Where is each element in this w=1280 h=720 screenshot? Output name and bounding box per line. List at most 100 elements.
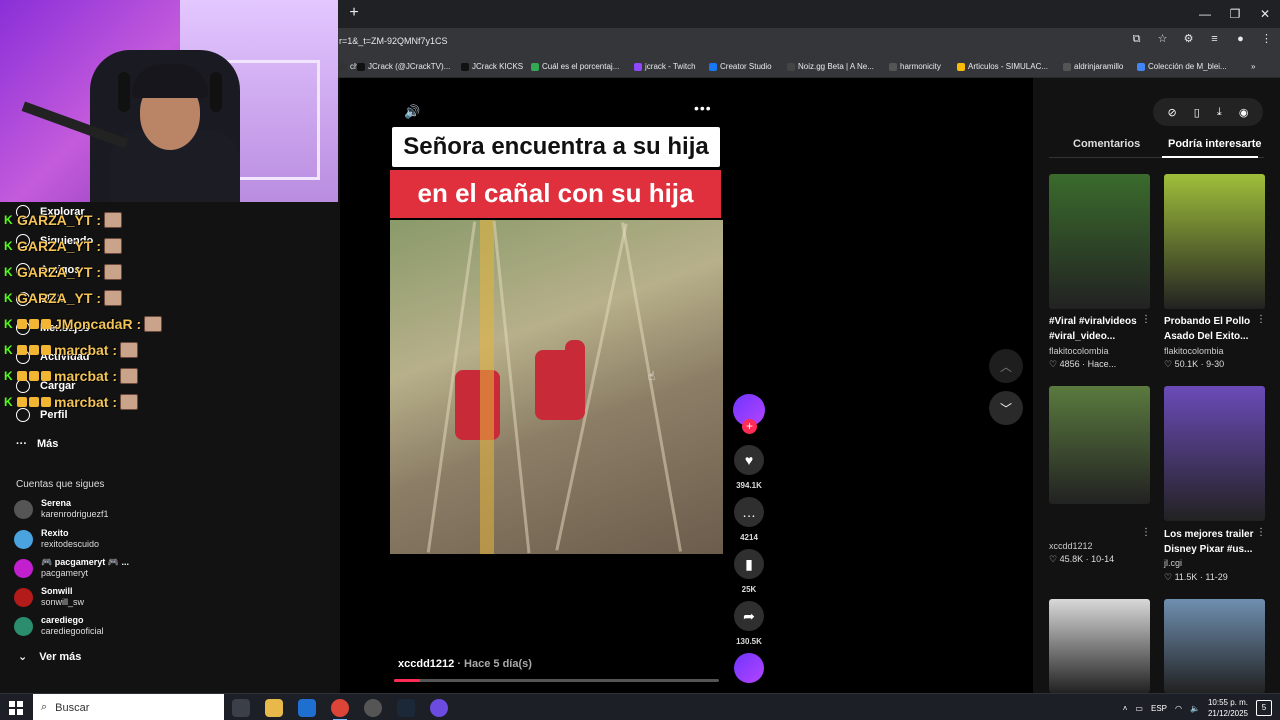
- link-icon[interactable]: ⊘: [1168, 106, 1177, 119]
- obs-icon[interactable]: [364, 699, 382, 717]
- menu-kebab-icon[interactable]: ⋮: [1261, 34, 1272, 45]
- taskbar-search[interactable]: ⌕ Buscar: [33, 694, 224, 720]
- steam-icon[interactable]: [397, 699, 415, 717]
- video-thumbnail[interactable]: [1049, 599, 1150, 693]
- maximize-button[interactable]: ❐: [1220, 0, 1250, 28]
- bookmark-favicon-icon: [339, 62, 347, 71]
- notifications-button[interactable]: 5: [1256, 700, 1272, 716]
- bookmark-item[interactable]: aldrinjaramillo: [1063, 62, 1123, 71]
- video-author[interactable]: xccdd1212: [398, 658, 454, 670]
- sound-disc-icon[interactable]: [734, 653, 764, 683]
- chrome-icon[interactable]: [331, 699, 349, 717]
- network-icon[interactable]: ▭: [1135, 704, 1143, 713]
- followed-account[interactable]: Rexito rexitodescuido: [14, 528, 99, 550]
- previous-video-button[interactable]: ︿: [989, 349, 1023, 383]
- tab-comments[interactable]: Comentarios: [1073, 138, 1140, 150]
- install-app-icon[interactable]: ⧉: [1131, 34, 1142, 45]
- video-author-name[interactable]: flakitocolombia: [1049, 346, 1109, 356]
- video-thumbnail[interactable]: [1049, 174, 1150, 309]
- kick-logo-icon: K: [4, 343, 13, 357]
- video-title[interactable]: #Viral #viralvideos #viral_video...: [1049, 314, 1144, 344]
- bookmark-favicon-icon: [957, 62, 965, 71]
- followed-account[interactable]: carediego carediegooficial: [14, 615, 104, 637]
- follow-plus-icon[interactable]: +: [742, 419, 757, 434]
- profile-icon[interactable]: ●: [1235, 34, 1246, 45]
- video-thumbnail[interactable]: [1049, 386, 1150, 504]
- discord-icon[interactable]: [430, 699, 448, 717]
- profile-badge-icon[interactable]: ◉: [1239, 106, 1249, 119]
- bookmark-item[interactable]: Noiz.gg Beta | A Ne...: [787, 62, 874, 71]
- close-window-button[interactable]: ✕: [1250, 0, 1280, 28]
- comment-button[interactable]: …: [734, 497, 764, 527]
- bookmark-label: Colección de M_blei...: [1148, 62, 1227, 71]
- bookmark-star-icon[interactable]: ☆: [1157, 34, 1168, 45]
- share-button[interactable]: ➦: [734, 601, 764, 631]
- video-thumbnail[interactable]: [1164, 386, 1265, 521]
- video-title[interactable]: Los mejores trailer Disney Pixar #us...: [1164, 527, 1259, 557]
- video-progress-bar[interactable]: [394, 679, 719, 682]
- tray-chevron-icon[interactable]: ˄: [1123, 704, 1128, 713]
- bookmark-label: JCrack (@JCrackTV)...: [368, 62, 451, 71]
- task-view-icon[interactable]: [232, 699, 250, 717]
- card-menu-icon[interactable]: ⋮: [1256, 527, 1266, 538]
- tab-might-interest[interactable]: Podría interesarte: [1168, 138, 1262, 150]
- bookmark-item[interactable]: Colección de M_blei...: [1137, 62, 1227, 71]
- bookmark-item[interactable]: JCrack (@JCrackTV)...: [357, 62, 450, 71]
- file-explorer-icon[interactable]: [265, 699, 283, 717]
- chat-username: GARZA_YT :: [17, 264, 101, 280]
- see-more-button[interactable]: ⌄ Ver más: [18, 650, 81, 664]
- more-bookmarks-button[interactable]: »: [1251, 62, 1255, 71]
- sidebar-more[interactable]: ··· Más: [16, 438, 58, 450]
- outlook-icon[interactable]: [298, 699, 316, 717]
- chat-emote-icon: [104, 238, 122, 254]
- bookmark-item[interactable]: Cuál es el porcentaj...: [531, 62, 619, 71]
- followed-account[interactable]: Serena karenrodriguezf1: [14, 498, 109, 520]
- sound-icon[interactable]: 🔈: [1190, 704, 1200, 713]
- language-indicator[interactable]: ESP: [1151, 704, 1167, 713]
- clock-date: 21/12/2025: [1207, 709, 1248, 718]
- video-more-icon[interactable]: •••: [694, 100, 712, 116]
- save-button[interactable]: ▮: [734, 549, 764, 579]
- video-stats: ♡ 11.5K · 11-29: [1164, 572, 1228, 582]
- bookmark-favicon-icon: [709, 62, 717, 71]
- video-thumbnail[interactable]: [1164, 174, 1265, 309]
- bookmark-item[interactable]: Creator Studio: [709, 62, 772, 71]
- video-frame[interactable]: [390, 220, 723, 554]
- bookmark-item[interactable]: JCrack KICKS: [461, 62, 523, 71]
- wifi-icon[interactable]: ◠: [1175, 704, 1182, 713]
- avatar: [14, 559, 33, 578]
- clock[interactable]: 10:55 p. m. 21/12/2025: [1208, 697, 1248, 719]
- volume-icon[interactable]: 🔊: [404, 104, 420, 120]
- extensions-icon[interactable]: ⚙: [1183, 34, 1194, 45]
- video-author-name[interactable]: jl.cgi: [1164, 558, 1182, 568]
- bookmark-item[interactable]: harmonicity: [889, 62, 941, 71]
- bookmark-item[interactable]: jcrack - Twitch: [634, 62, 696, 71]
- new-tab-button[interactable]: +: [346, 5, 362, 21]
- video-thumbnail[interactable]: [1164, 599, 1265, 693]
- video-author-name[interactable]: flakitocolombia: [1164, 346, 1224, 356]
- windows-start-button[interactable]: [9, 701, 23, 715]
- url-field[interactable]: r=1&_t=ZM-92QMNf7y1CS: [339, 36, 448, 46]
- like-button[interactable]: ♥: [734, 445, 764, 475]
- chat-username: marcbat :: [54, 342, 118, 358]
- comment-icon: …: [742, 504, 756, 520]
- video-caption-bottom: en el cañal con su hija: [390, 170, 721, 218]
- card-menu-icon[interactable]: ⋮: [1256, 314, 1266, 325]
- chat-emote-icon: [120, 342, 139, 358]
- bookmark-item[interactable]: ch: [339, 62, 358, 71]
- media-controls-icon[interactable]: ≡: [1209, 34, 1220, 45]
- video-author-name[interactable]: xccdd1212: [1049, 541, 1093, 551]
- card-menu-icon[interactable]: ⋮: [1141, 527, 1151, 538]
- followed-account[interactable]: Sonwill sonwill_sw: [14, 586, 84, 608]
- chat-message: K GARZA_YT :: [4, 210, 122, 230]
- phone-icon[interactable]: ▯: [1194, 106, 1200, 119]
- bookmark-item[interactable]: Articulos - SIMULAC...: [957, 62, 1048, 71]
- download-icon[interactable]: ⤓: [1217, 106, 1222, 119]
- followed-account[interactable]: 🎮 pacgameryt 🎮 ... pacgameryt: [14, 557, 129, 579]
- video-title[interactable]: Probando El Pollo Asado Del Exito...: [1164, 314, 1259, 344]
- chat-badges-icon: [17, 319, 51, 329]
- minimize-button[interactable]: —: [1190, 0, 1220, 28]
- next-video-button[interactable]: ﹀: [989, 391, 1023, 425]
- card-menu-icon[interactable]: ⋮: [1141, 314, 1151, 325]
- account-name: Rexito: [41, 528, 69, 538]
